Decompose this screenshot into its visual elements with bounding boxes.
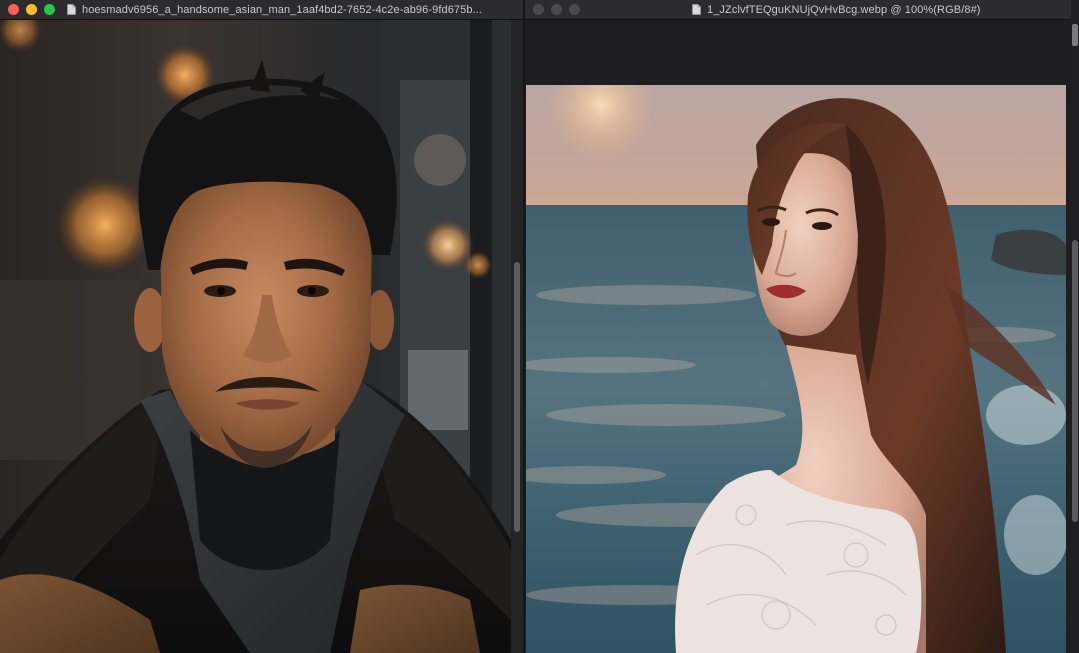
- title-bar-right[interactable]: 1_JZclvfTEQguKNUjQvHvBcg.webp @ 100%(RGB…: [525, 0, 1071, 20]
- vertical-scrollbar-thumb-left[interactable]: [514, 262, 520, 532]
- image-canvas-woman-seaside: [526, 85, 1066, 653]
- canvas-pasteboard: [525, 20, 1071, 84]
- woman-seaside-image: [526, 85, 1066, 653]
- window-title-left: hoesmadv6956_a_handsome_asian_man_1aaf4b…: [82, 3, 483, 16]
- man-portrait-image: [0, 20, 511, 653]
- title-bar-left[interactable]: hoesmadv6956_a_handsome_asian_man_1aaf4b…: [0, 0, 523, 20]
- close-button[interactable]: [533, 4, 544, 15]
- window-controls-left: [8, 4, 55, 15]
- window-title-group-right: 1_JZclvfTEQguKNUjQvHvBcg.webp @ 100%(RGB…: [692, 4, 981, 16]
- window-controls-right: [533, 4, 580, 15]
- image-window-right[interactable]: 1_JZclvfTEQguKNUjQvHvBcg.webp @ 100%(RGB…: [525, 0, 1071, 653]
- window-title-right: 1_JZclvfTEQguKNUjQvHvBcg.webp @ 100%(RGB…: [707, 3, 981, 16]
- minimize-button[interactable]: [551, 4, 562, 15]
- zoom-button[interactable]: [44, 4, 55, 15]
- image-window-left[interactable]: hoesmadv6956_a_handsome_asian_man_1aaf4b…: [0, 0, 523, 653]
- vertical-scrollbar-thumb-right[interactable]: [1072, 240, 1078, 522]
- minimize-button[interactable]: [26, 4, 37, 15]
- document-icon: [692, 4, 701, 15]
- scrollbar-arrow-icon[interactable]: [1072, 24, 1078, 46]
- document-icon: [67, 4, 76, 15]
- zoom-button[interactable]: [569, 4, 580, 15]
- close-button[interactable]: [8, 4, 19, 15]
- desktop: hoesmadv6956_a_handsome_asian_man_1aaf4b…: [0, 0, 1079, 653]
- image-canvas-man-portrait: [0, 20, 511, 653]
